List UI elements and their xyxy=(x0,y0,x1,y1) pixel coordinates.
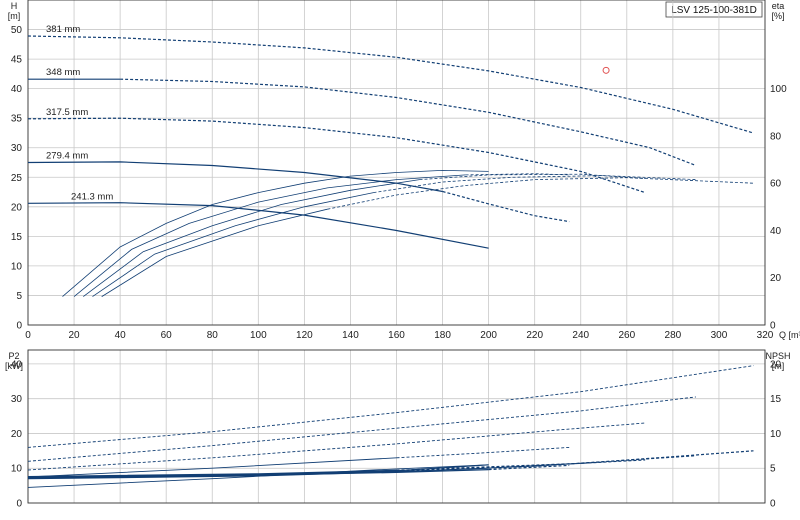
chart-title: LSV 125-100-381D xyxy=(671,5,757,16)
y-tick-label: 25 xyxy=(11,173,23,184)
x-tick-label: 180 xyxy=(434,330,451,341)
curve-label: 241.3 mm xyxy=(71,191,113,202)
pump-performance-chart: LSV 125-100-381D 0 20 40 60 80 100 120 140 160 18… xyxy=(5,0,800,510)
y2-axis-label: NPSH xyxy=(765,351,790,361)
power-curve-0-dashed xyxy=(27,365,754,448)
eta-curve-2-solid xyxy=(83,179,420,297)
y2-tick-label: 20 xyxy=(770,273,782,284)
y-axis-label: H xyxy=(11,1,18,11)
x-tick-label: 320 xyxy=(757,330,774,341)
curve-label: 348 mm xyxy=(46,67,80,78)
power-curve-2-dashed xyxy=(27,422,646,471)
y-axis-label: [m] xyxy=(8,11,21,21)
x-tick-label: 200 xyxy=(480,330,497,341)
duty-point-marker xyxy=(602,66,610,74)
y-tick-label: 5 xyxy=(16,291,22,302)
head-curve-3-solid xyxy=(27,161,443,193)
y-tick-label: 10 xyxy=(11,464,23,475)
y-axis-label: [kW] xyxy=(5,361,23,371)
x-tick-label: 120 xyxy=(296,330,313,341)
y-tick-label: 30 xyxy=(11,394,23,405)
head-curve-1-dashed xyxy=(120,78,697,167)
chart-title-box: LSV 125-100-381D xyxy=(665,1,763,18)
power-curve-1-dashed xyxy=(27,396,696,462)
npsh-curve-3-dashed xyxy=(396,455,696,472)
x-axis-label: Q [m³/h] xyxy=(779,330,800,340)
y2-tick-label: 15 xyxy=(770,394,782,405)
x-tick-label: 0 xyxy=(25,330,31,341)
y2-tick-label: 80 xyxy=(770,131,782,142)
x-tick-label: 80 xyxy=(207,330,219,341)
curve-label: 279.4 mm xyxy=(46,151,88,162)
power-curve-3-dashed xyxy=(396,446,570,459)
x-tick-label: 240 xyxy=(572,330,589,341)
curves-layer xyxy=(27,35,754,488)
y-tick-label: 40 xyxy=(11,84,23,95)
y2-tick-label: 10 xyxy=(770,429,782,440)
y-axis-label: P2 xyxy=(8,351,19,361)
grid-layer xyxy=(27,0,766,504)
y2-axis-label: [m] xyxy=(772,361,785,371)
x-tick-label: 220 xyxy=(526,330,543,341)
y2-tick-label: 40 xyxy=(770,226,782,237)
y2-tick-label: 60 xyxy=(770,179,782,190)
eta-curve-4-solid xyxy=(101,208,328,297)
eta-curve-1-dashed xyxy=(465,173,570,176)
y-tick-label: 10 xyxy=(11,261,23,272)
eta-curve-1-solid xyxy=(73,174,466,297)
x-tick-label: 160 xyxy=(388,330,405,341)
x-tick-label: 60 xyxy=(161,330,173,341)
x-tick-label: 40 xyxy=(115,330,127,341)
y-tick-label: 20 xyxy=(11,202,23,213)
y-tick-label: 20 xyxy=(11,429,23,440)
y-tick-label: 15 xyxy=(11,232,23,243)
y-tick-label: 30 xyxy=(11,143,23,154)
y2-tick-label: 5 xyxy=(770,464,776,475)
y2-tick-label: 0 xyxy=(770,499,776,510)
curve-label: 381 mm xyxy=(46,24,80,35)
y2-axis-label: eta xyxy=(772,1,785,11)
y2-tick-label: 0 xyxy=(770,321,776,332)
y-tick-label: 45 xyxy=(11,55,23,66)
x-tick-label: 20 xyxy=(69,330,81,341)
x-tick-label: 100 xyxy=(250,330,267,341)
eta-curve-0-solid xyxy=(62,169,489,297)
y-tick-label: 35 xyxy=(11,114,23,125)
curve-label: 317.5 mm xyxy=(46,107,88,118)
y-tick-label: 50 xyxy=(11,25,23,36)
x-tick-label: 300 xyxy=(711,330,728,341)
y2-axis-label: [%] xyxy=(771,11,784,21)
y-tick-label: 0 xyxy=(16,499,22,510)
x-tick-label: 280 xyxy=(665,330,682,341)
labels-layer: 381 mm 348 mm 317.5 mm 279.4 mm 241.3 mm xyxy=(46,24,113,202)
head-curve-2-dashed xyxy=(27,117,646,194)
x-tick-label: 140 xyxy=(342,330,359,341)
y-tick-label: 0 xyxy=(16,321,22,332)
y2-tick-label: 100 xyxy=(770,84,787,95)
x-tick-label: 260 xyxy=(618,330,635,341)
